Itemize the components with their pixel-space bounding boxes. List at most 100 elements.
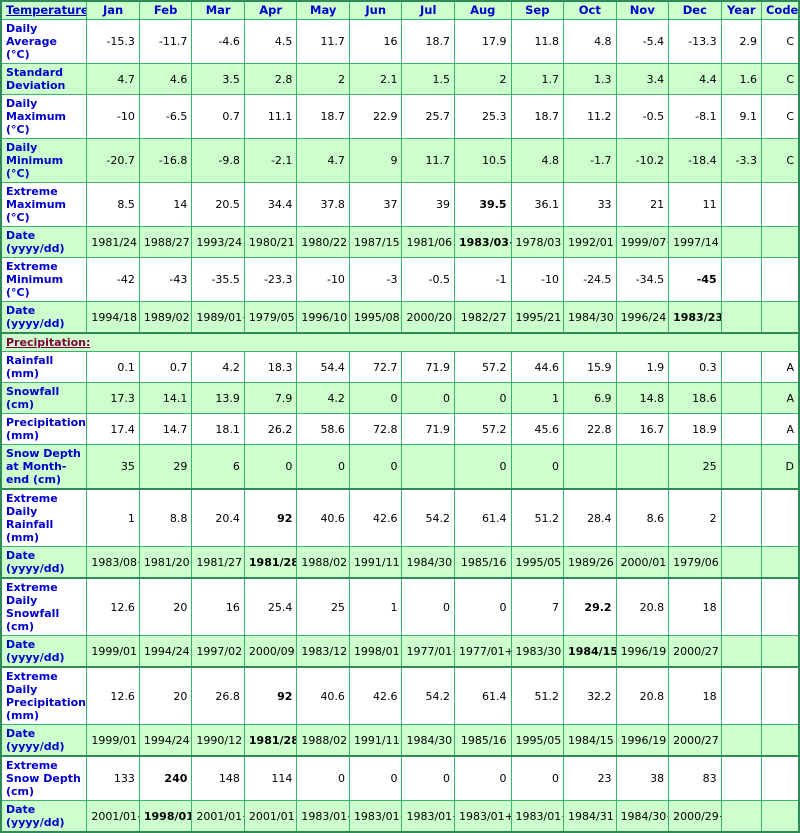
data-cell-mar: -9.8 xyxy=(191,138,245,183)
table-row: Date (yyyy/dd)1994/181989/021989/01+1979… xyxy=(0,301,800,334)
data-cell-code: A xyxy=(760,351,800,383)
table-row: Extreme Maximum (°C) 8.5 14 20.5 34.4 37.8 37 3… xyxy=(0,182,800,227)
data-cell-jan: 2001/01+ xyxy=(86,800,140,833)
data-cell-dec: 18.9 xyxy=(668,413,722,445)
data-cell-year xyxy=(720,413,762,445)
precipitation-row-label: Extreme Snow Depth (cm) xyxy=(0,755,88,801)
data-cell-apr: 114 xyxy=(243,755,298,801)
data-cell-may: 1980/22 xyxy=(296,226,350,258)
data-cell-nov: 2000/01 xyxy=(615,546,670,579)
data-cell-mar: 20.5 xyxy=(191,182,245,227)
data-cell-feb: 29 xyxy=(138,444,193,490)
data-cell-mar: 26.8 xyxy=(191,666,245,725)
data-cell-aug: 39.5 xyxy=(453,182,512,227)
table-row: Extreme Daily Precipitation (mm) 12.6 20 26… xyxy=(0,666,800,725)
data-cell-may: 11.7 xyxy=(296,19,350,64)
data-cell-nov: 16.7 xyxy=(615,413,670,445)
data-cell-feb: 0.7 xyxy=(138,351,193,383)
data-cell-feb: 14.7 xyxy=(138,413,193,445)
data-cell-jul: 1983/01+ xyxy=(401,800,455,833)
data-cell-jun: -3 xyxy=(348,257,403,302)
climate-data-table: Temperature: Jan Feb Mar Apr May Jun Jul Aug Sep O… xyxy=(0,0,800,833)
data-cell-sep: 1983/30 xyxy=(510,635,565,668)
data-cell-jan: 1999/01 xyxy=(86,724,140,757)
data-cell-may: 4.2 xyxy=(296,382,350,414)
table-row: Daily Average (°C) -15.3 -11.7 -4.6 4.5 11.7 1… xyxy=(0,19,800,64)
data-cell-jan: 12.6 xyxy=(86,666,140,725)
data-cell-year: 2.9 xyxy=(720,19,762,64)
data-cell-oct: 23 xyxy=(563,755,617,801)
data-cell-sep: 1 xyxy=(510,382,565,414)
data-cell-code: C xyxy=(760,19,800,64)
table-row: Snowfall (cm) 17.3 14.1 13.9 7.9 4.2 0 0 0 1 6.9 14… xyxy=(0,382,800,414)
data-cell-may: 58.6 xyxy=(296,413,350,445)
data-cell-apr: 2.8 xyxy=(243,63,298,95)
data-cell-mar: -35.5 xyxy=(191,257,245,302)
data-cell-code xyxy=(760,577,800,636)
data-cell-year: 1.6 xyxy=(720,63,762,95)
data-cell-jun: 72.8 xyxy=(348,413,403,445)
data-cell-sep: 0 xyxy=(510,444,565,490)
data-cell-code: A xyxy=(760,413,800,445)
data-cell-may: 2 xyxy=(296,63,350,95)
data-cell-jan: 4.7 xyxy=(86,63,140,95)
data-cell-nov: 8.6 xyxy=(615,488,670,547)
table-row: Daily Minimum (°C) -20.7 -16.8 -9.8 -2.1 4.7 9… xyxy=(0,138,800,183)
data-cell-dec: -45 xyxy=(668,257,722,302)
data-cell-dec: 18.6 xyxy=(668,382,722,414)
data-cell-oct: 33 xyxy=(563,182,617,227)
data-cell-dec: 1983/23 xyxy=(668,301,722,334)
data-cell-apr: 1981/28 xyxy=(243,546,298,579)
data-cell-year xyxy=(720,755,762,801)
precipitation-row-label: Rainfall (mm) xyxy=(0,351,88,383)
data-cell-sep: 44.6 xyxy=(510,351,565,383)
data-cell-jan: 8.5 xyxy=(86,182,140,227)
data-cell-sep: 7 xyxy=(510,577,565,636)
data-cell-jun: 1995/08+ xyxy=(348,301,403,334)
data-cell-may: 40.6 xyxy=(296,666,350,725)
data-cell-apr: 92 xyxy=(243,488,298,547)
data-cell-nov: -0.5 xyxy=(615,94,670,139)
data-cell-aug: 10.5 xyxy=(453,138,512,183)
data-cell-apr: 0 xyxy=(243,444,298,490)
data-cell-code xyxy=(760,755,800,801)
data-cell-aug: 1977/01+ xyxy=(453,635,512,668)
data-cell-code xyxy=(760,488,800,547)
data-cell-sep: -10 xyxy=(510,257,565,302)
data-cell-code xyxy=(760,226,800,258)
table-row: Extreme Daily Rainfall (mm) 1 8.8 20.4 92 40.… xyxy=(0,488,800,547)
data-cell-nov: -10.2 xyxy=(615,138,670,183)
data-cell-nov: 1996/24 xyxy=(615,301,670,334)
data-cell-mar: 20.4 xyxy=(191,488,245,547)
data-cell-year: 9.1 xyxy=(720,94,762,139)
data-cell-nov: 38 xyxy=(615,755,670,801)
data-cell-mar: 2001/01+ xyxy=(191,800,245,833)
data-cell-jul: 1984/30 xyxy=(401,546,455,579)
data-cell-code xyxy=(760,301,800,334)
data-cell-dec: 83 xyxy=(668,755,722,801)
data-cell-nov: 20.8 xyxy=(615,666,670,725)
data-cell-nov: 1.9 xyxy=(615,351,670,383)
data-cell-feb: -43 xyxy=(138,257,193,302)
data-cell-dec: -18.4 xyxy=(668,138,722,183)
data-cell-feb: 1981/20 xyxy=(138,546,193,579)
data-cell-jul: 0 xyxy=(401,755,455,801)
data-cell-dec: 18 xyxy=(668,577,722,636)
data-cell-dec: 2000/29+ xyxy=(668,800,722,833)
data-cell-year xyxy=(720,546,762,579)
data-cell-feb: 8.8 xyxy=(138,488,193,547)
data-cell-jun: 1991/11 xyxy=(348,724,403,757)
data-cell-jul: 1977/01+ xyxy=(401,635,455,668)
data-cell-jun: 22.9 xyxy=(348,94,403,139)
data-cell-aug: 17.9 xyxy=(453,19,512,64)
table-row: Date (yyyy/dd) 1999/01 1994/24 1990/12 1981/… xyxy=(0,724,800,757)
data-cell-may: 1988/02 xyxy=(296,546,350,579)
data-cell-jan: 1983/08+ xyxy=(86,546,140,579)
column-header-sep: Sep xyxy=(510,0,565,20)
precipitation-row-label: Snowfall (cm) xyxy=(0,382,88,414)
column-header-row: Temperature: Jan Feb Mar Apr May Jun Jul Aug Sep O… xyxy=(0,0,800,20)
data-cell-code xyxy=(760,635,800,668)
data-cell-mar: 1981/27 xyxy=(191,546,245,579)
section-header-precipitation: Precipitation: xyxy=(0,332,800,352)
data-cell-may: 1983/01+ xyxy=(296,800,350,833)
